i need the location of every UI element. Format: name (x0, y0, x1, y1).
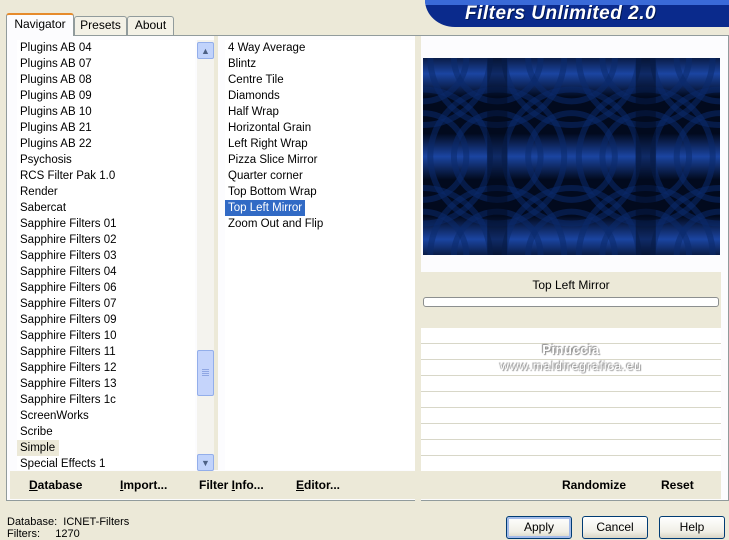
watermark-line: Pinuccia (542, 342, 600, 357)
category-item[interactable]: Sapphire Filters 1c (17, 392, 195, 408)
category-item[interactable]: Sapphire Filters 01 (17, 216, 195, 232)
filter-item[interactable]: Blintz (225, 56, 415, 72)
database-status: Database: ICNET-Filters (7, 516, 130, 528)
category-scrollbar[interactable]: ▲ ▼ (197, 40, 214, 471)
database-button[interactable]: Database (29, 478, 82, 492)
cancel-button[interactable]: Cancel (582, 516, 648, 539)
category-item[interactable]: Plugins AB 07 (17, 56, 195, 72)
preview-button-bar: Randomize Reset (421, 471, 721, 499)
filter-item[interactable]: Half Wrap (225, 104, 415, 120)
chevron-up-icon: ▲ (201, 45, 210, 56)
watermark: Pinuccia www.maldiregrafica.eu (421, 342, 721, 374)
filter-item[interactable]: Quarter corner (225, 168, 415, 184)
selected-filter-panel: Top Left Mirror (421, 272, 721, 328)
filter-info-button[interactable]: Filter Info... (199, 478, 264, 492)
category-item[interactable]: Plugins AB 09 (17, 88, 195, 104)
help-button[interactable]: Help (659, 516, 725, 539)
category-item[interactable]: Sapphire Filters 11 (17, 344, 195, 360)
randomize-button[interactable]: Randomize (562, 478, 626, 492)
category-item[interactable]: Plugins AB 22 (17, 136, 195, 152)
filter-item[interactable]: Top Bottom Wrap (225, 184, 415, 200)
category-item[interactable]: Sapphire Filters 02 (17, 232, 195, 248)
category-item[interactable]: Scribe (17, 424, 195, 440)
tab-presets[interactable]: Presets (74, 16, 127, 35)
filter-item[interactable]: Diamonds (225, 88, 415, 104)
chevron-down-icon: ▼ (201, 457, 210, 468)
divider (214, 36, 218, 470)
navigator-button-bar: Database Import... Filter Info... Editor… (10, 471, 416, 499)
category-item[interactable]: Render (17, 184, 195, 200)
header-banner: Filters Unlimited 2.0 (425, 0, 729, 27)
category-item[interactable]: ScreenWorks (17, 408, 195, 424)
import-button[interactable]: Import... (120, 478, 167, 492)
scroll-up-button[interactable]: ▲ (197, 42, 214, 59)
filter-item[interactable]: Horizontal Grain (225, 120, 415, 136)
category-item[interactable]: Sabercat (17, 200, 195, 216)
apply-button[interactable]: Apply (506, 516, 572, 539)
category-item[interactable]: Plugins AB 04 (17, 40, 195, 56)
editor-button[interactable]: Editor... (296, 478, 340, 492)
selected-filter-name: Top Left Mirror (532, 278, 610, 292)
filters-status: Filters: 1270 (7, 528, 80, 540)
category-item[interactable]: Sapphire Filters 07 (17, 296, 195, 312)
progress-bar (423, 297, 719, 307)
scroll-thumb[interactable] (197, 350, 214, 396)
filter-item[interactable]: Zoom Out and Flip (225, 216, 415, 232)
watermark-line: www.maldiregrafica.eu (500, 359, 642, 373)
category-item[interactable]: Sapphire Filters 03 (17, 248, 195, 264)
filter-item[interactable]: Top Left Mirror (225, 200, 415, 216)
category-item[interactable]: Sapphire Filters 13 (17, 376, 195, 392)
preview-image (423, 58, 720, 255)
filter-item[interactable]: Centre Tile (225, 72, 415, 88)
category-item[interactable]: Plugins AB 21 (17, 120, 195, 136)
navigator-panel: Plugins AB 04 Plugins AB 07 Plugins AB 08 P… (6, 35, 729, 502)
app-title: Filters Unlimited 2.0 (465, 3, 657, 24)
category-item[interactable]: Sapphire Filters 04 (17, 264, 195, 280)
parameter-area: Pinuccia www.maldiregrafica.eu (421, 328, 721, 471)
category-item[interactable]: Plugins AB 08 (17, 72, 195, 88)
filter-list[interactable]: 4 Way Average Blintz Centre Tile Diamonds Ha… (225, 40, 415, 470)
filter-item[interactable]: Pizza Slice Mirror (225, 152, 415, 168)
category-item[interactable]: RCS Filter Pak 1.0 (17, 168, 195, 184)
reset-button[interactable]: Reset (661, 478, 694, 492)
filter-item[interactable]: 4 Way Average (225, 40, 415, 56)
tab-navigator[interactable]: Navigator (6, 13, 74, 36)
category-item[interactable]: Sapphire Filters 10 (17, 328, 195, 344)
scroll-down-button[interactable]: ▼ (197, 454, 214, 471)
category-list[interactable]: Plugins AB 04 Plugins AB 07 Plugins AB 08 P… (17, 40, 195, 470)
category-item[interactable]: Plugins AB 10 (17, 104, 195, 120)
category-item[interactable]: Sapphire Filters 09 (17, 312, 195, 328)
category-item[interactable]: Simple (17, 440, 195, 456)
filter-item[interactable]: Left Right Wrap (225, 136, 415, 152)
category-item[interactable]: Sapphire Filters 12 (17, 360, 195, 376)
category-item[interactable]: Psychosis (17, 152, 195, 168)
category-item[interactable]: Sapphire Filters 06 (17, 280, 195, 296)
tab-about[interactable]: About (127, 16, 174, 35)
category-item[interactable]: Special Effects 1 (17, 456, 195, 470)
